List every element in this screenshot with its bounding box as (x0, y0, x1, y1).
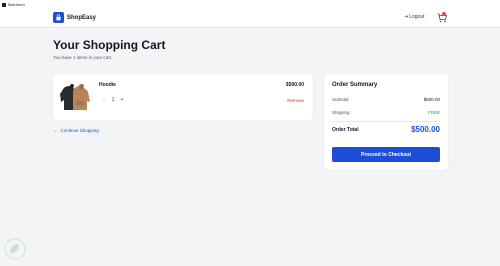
remove-item-link[interactable]: Remove (287, 98, 304, 103)
hoodie-product-image (60, 84, 90, 110)
quantity-stepper: - 1 + (101, 97, 125, 103)
total-value: $500.00 (411, 125, 440, 134)
shipping-value: FREE (427, 110, 440, 115)
order-summary-title: Order Summary (332, 82, 378, 88)
item-name: Hoodie (99, 82, 116, 88)
app-icon (2, 2, 6, 7)
subtotal-label: Subtotal (332, 97, 349, 102)
checkout-button[interactable]: Proceed to Checkout (332, 147, 440, 162)
leaf-logo-icon (4, 238, 26, 260)
navbar: ShopEasy ⇥ Logout (0, 9, 500, 28)
total-row: Order Total $500.00 (332, 125, 440, 134)
brand[interactable]: ShopEasy (53, 12, 96, 23)
shipping-row: Shipping FREE (332, 110, 440, 115)
brand-name: ShopEasy (67, 14, 97, 21)
item-price: $500.00 (285, 82, 304, 88)
cart-item: Hoodie $500.00 - 1 + Remove (53, 74, 313, 120)
continue-shopping-link[interactable]: ← Continue Shopping (53, 128, 99, 133)
continue-shopping-label: Continue Shopping (60, 128, 99, 133)
window-title: Mainform (8, 2, 25, 7)
page-title: Your Shopping Cart (53, 38, 166, 52)
cart-button[interactable] (437, 12, 447, 23)
cart-count-text: You have 1 items in your cart. (53, 55, 113, 60)
cart-badge (442, 12, 446, 16)
shop-logo-icon (53, 12, 64, 23)
quantity-value: 1 (111, 97, 115, 103)
subtotal-value: $500.00 (423, 97, 440, 102)
increase-quantity-button[interactable]: + (119, 97, 125, 103)
order-summary-card: Order Summary Subtotal $500.00 Shipping … (324, 74, 448, 170)
logout-button[interactable]: ⇥ Logout (404, 14, 425, 20)
shipping-label: Shipping (332, 110, 350, 115)
window-titlebar: Mainform (0, 0, 500, 9)
subtotal-row: Subtotal $500.00 (332, 97, 440, 102)
logout-label: Logout (409, 14, 425, 20)
total-label: Order Total (332, 127, 359, 133)
summary-divider (332, 121, 440, 122)
arrow-left-icon: ← (53, 128, 58, 133)
logout-icon: ⇥ (404, 14, 409, 20)
